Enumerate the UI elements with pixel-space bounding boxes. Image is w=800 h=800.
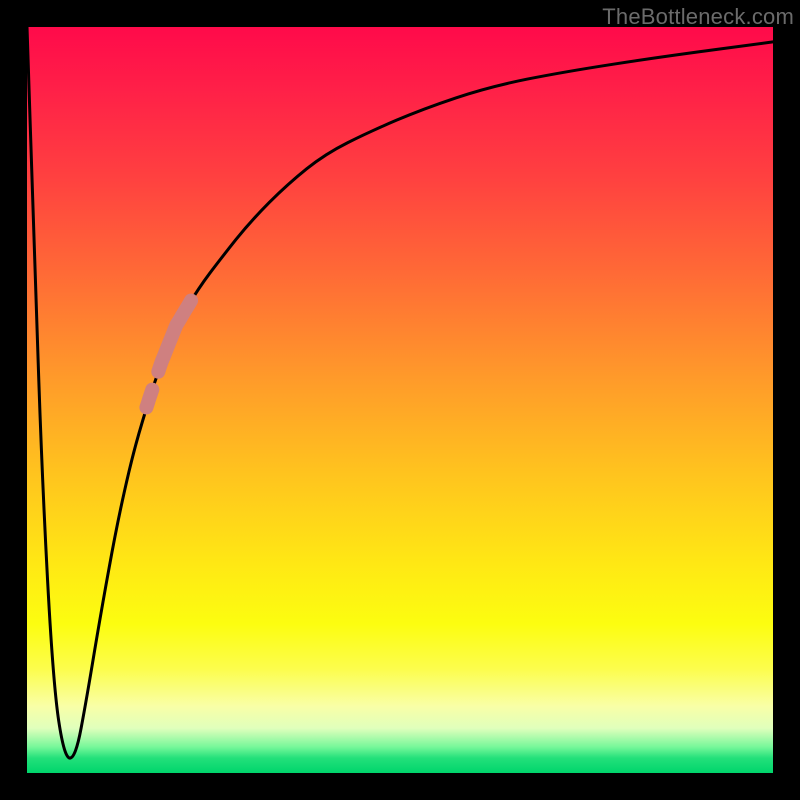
chart-frame: TheBottleneck.com [0, 0, 800, 800]
plot-area [27, 27, 773, 773]
watermark-text: TheBottleneck.com [602, 4, 794, 30]
highlight-band-upper [158, 301, 191, 372]
highlight-band-lower [146, 390, 152, 408]
curve-layer [27, 27, 773, 773]
bottleneck-curve [27, 27, 773, 758]
